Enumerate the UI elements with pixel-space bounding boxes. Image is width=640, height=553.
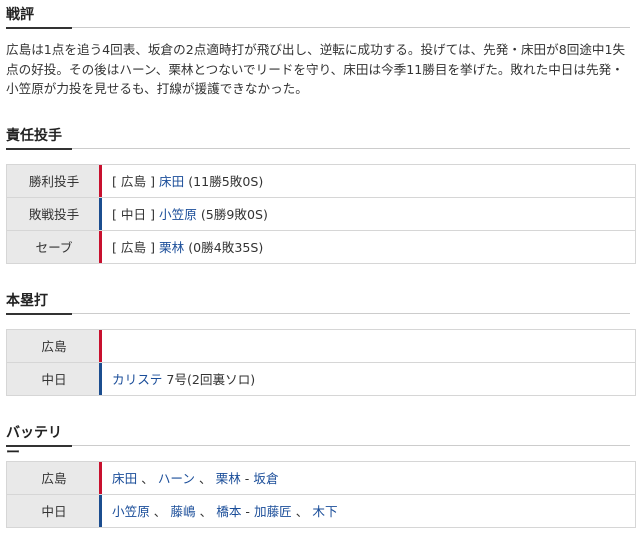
homeruns-table: 広島 中日 カリステ 7号(2回裏ソロ) [6,328,636,396]
pitchers-table: 勝利投手 [ 広島 ] 床田 (11勝5敗0S) 敗戦投手 [ 中日 ] 小笠原… [6,163,636,264]
player-link[interactable]: 栗林 [216,471,241,486]
table-row: 勝利投手 [ 広島 ] 床田 (11勝5敗0S) [6,163,636,198]
battery-value: 床田 、 ハーン 、 栗林 - 坂倉 [101,460,636,495]
pitcher-record: (0勝4敗35S) [188,240,264,255]
game-report: 戦評 広島は1点を追う4回表、坂倉の2点適時打が飛び出し、逆転に成功する。投げて… [0,0,640,528]
table-row: 中日 小笠原 、 藤嶋 、 橋本 - 加藤匠 、 木下 [6,493,636,528]
win-pitcher-value: [ 広島 ] 床田 (11勝5敗0S) [101,163,636,198]
game-summary: 広島は1点を追う4回表、坂倉の2点適時打が飛び出し、逆転に成功する。投げては、先… [6,42,626,96]
player-link[interactable]: 坂倉 [253,471,278,486]
separator: 、 [153,504,167,519]
player-link[interactable]: 栗林 [159,240,184,255]
battery-team-label: 中日 [6,493,103,528]
section-title-battery: バッテリー [6,418,630,461]
pitcher-record: (11勝5敗0S) [188,174,264,189]
player-link[interactable]: 小笠原 [159,207,197,222]
homerun-team-label: 中日 [6,361,103,396]
player-link[interactable]: 橋本 [216,504,241,519]
separator: 、 [198,471,212,486]
table-row: セーブ [ 広島 ] 栗林 (0勝4敗35S) [6,229,636,264]
table-row: 敗戦投手 [ 中日 ] 小笠原 (5勝9敗0S) [6,196,636,231]
separator: 、 [141,471,154,486]
player-link[interactable]: 小笠原 [112,504,150,519]
player-link[interactable]: カリステ [112,372,162,387]
player-link[interactable]: 加藤匠 [254,504,292,519]
battery-value: 小笠原 、 藤嶋 、 橋本 - 加藤匠 、 木下 [101,493,636,528]
separator: 、 [199,504,213,519]
win-pitcher-label: 勝利投手 [6,163,103,198]
team-tag: [ 中日 ] [112,207,156,222]
section-title-homeruns: 本塁打 [6,286,630,315]
table-row: 広島 [6,328,636,363]
homerun-team-label: 広島 [6,328,103,363]
section-title-review: 戦評 [6,0,630,29]
table-row: 中日 カリステ 7号(2回裏ソロ) [6,361,636,396]
team-tag: [ 広島 ] [112,240,156,255]
player-link[interactable]: 木下 [312,504,337,519]
team-tag: [ 広島 ] [112,174,156,189]
homerun-value [101,328,636,363]
section-title-pitchers: 責任投手 [6,121,630,150]
table-row: 広島 床田 、 ハーン 、 栗林 - 坂倉 [6,460,636,495]
save-pitcher-value: [ 広島 ] 栗林 (0勝4敗35S) [101,229,636,264]
lose-pitcher-value: [ 中日 ] 小笠原 (5勝9敗0S) [101,196,636,231]
player-link[interactable]: 床田 [159,174,184,189]
battery-table: 広島 床田 、 ハーン 、 栗林 - 坂倉 中日 小笠原 、 藤嶋 、 橋本 -… [6,460,636,528]
player-link[interactable]: 床田 [112,471,137,486]
pitcher-record: (5勝9敗0S) [200,207,268,222]
separator: 、 [295,504,309,519]
lose-pitcher-label: 敗戦投手 [6,196,103,231]
homerun-value: カリステ 7号(2回裏ソロ) [101,361,636,396]
player-link[interactable]: 藤嶋 [170,504,195,519]
player-link[interactable]: ハーン [158,471,195,486]
homerun-detail: 7号(2回裏ソロ) [166,372,256,387]
save-pitcher-label: セーブ [6,229,103,264]
battery-team-label: 広島 [6,460,103,495]
separator: - [245,504,254,519]
